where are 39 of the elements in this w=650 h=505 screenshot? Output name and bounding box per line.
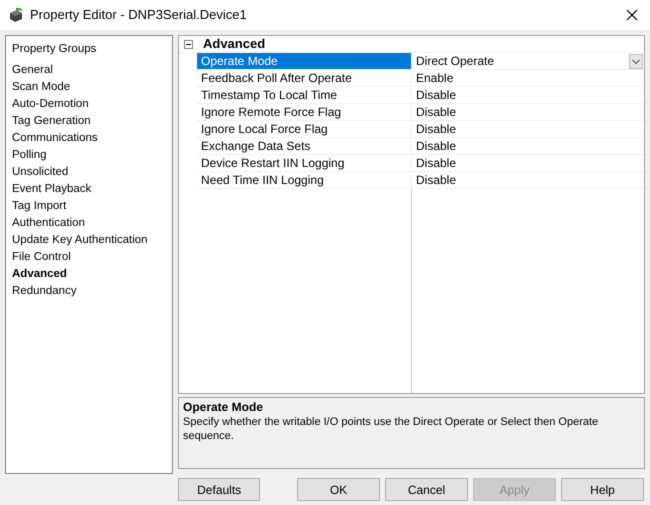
- property-name[interactable]: Ignore Local Force Flag: [197, 121, 412, 137]
- sidebar-item[interactable]: Advanced: [12, 266, 172, 283]
- property-value: Disable: [416, 87, 456, 103]
- sidebar-item[interactable]: Polling: [12, 147, 172, 164]
- property-name[interactable]: Device Restart IIN Logging: [197, 155, 412, 171]
- sidebar-item[interactable]: Event Playback: [12, 181, 172, 198]
- window-title: Property Editor - DNP3Serial.Device1: [30, 6, 247, 24]
- property-value: Enable: [416, 70, 454, 86]
- sidebar-item[interactable]: Auto-Demotion: [12, 96, 172, 113]
- property-value: Disable: [416, 104, 456, 120]
- sidebar-item[interactable]: Communications: [12, 130, 172, 147]
- sidebar-item[interactable]: File Control: [12, 249, 172, 266]
- property-value: Disable: [416, 172, 456, 188]
- property-value: Disable: [416, 155, 456, 171]
- property-name[interactable]: Ignore Remote Force Flag: [197, 104, 412, 120]
- property-name[interactable]: Feedback Poll After Operate: [197, 70, 412, 86]
- group-header: Advanced: [203, 35, 266, 54]
- sidebar-item[interactable]: Authentication: [12, 215, 172, 232]
- property-value: Direct Operate: [416, 53, 494, 69]
- sidebar-title: Property Groups: [12, 42, 98, 57]
- property-name[interactable]: Need Time IIN Logging: [197, 172, 412, 188]
- sidebar-item[interactable]: Unsolicited: [12, 164, 172, 181]
- sidebar-item[interactable]: Redundancy: [12, 283, 172, 300]
- property-value: Disable: [416, 138, 456, 154]
- sidebar-item[interactable]: Tag Import: [12, 198, 172, 215]
- property-name[interactable]: Operate Mode: [197, 53, 412, 69]
- dialog-button[interactable]: OK: [297, 478, 380, 501]
- dialog-button[interactable]: Cancel: [385, 478, 468, 501]
- property-value: Disable: [416, 121, 456, 137]
- dialog-button[interactable]: Help: [561, 478, 644, 501]
- property-name[interactable]: Timestamp To Local Time: [197, 87, 412, 103]
- description-text: Specify whether the writable I/O points use the Direct Operate or Select then Operate sequence.: [183, 415, 600, 443]
- sidebar-item[interactable]: General: [12, 62, 172, 79]
- description-title: Operate Mode: [183, 400, 264, 415]
- sidebar-item[interactable]: Tag Generation: [12, 113, 172, 130]
- dialog-button[interactable]: Defaults: [178, 478, 260, 501]
- property-name[interactable]: Exchange Data Sets: [197, 138, 412, 154]
- sidebar-item[interactable]: Scan Mode: [12, 79, 172, 96]
- sidebar-item[interactable]: Update Key Authentication: [12, 232, 172, 249]
